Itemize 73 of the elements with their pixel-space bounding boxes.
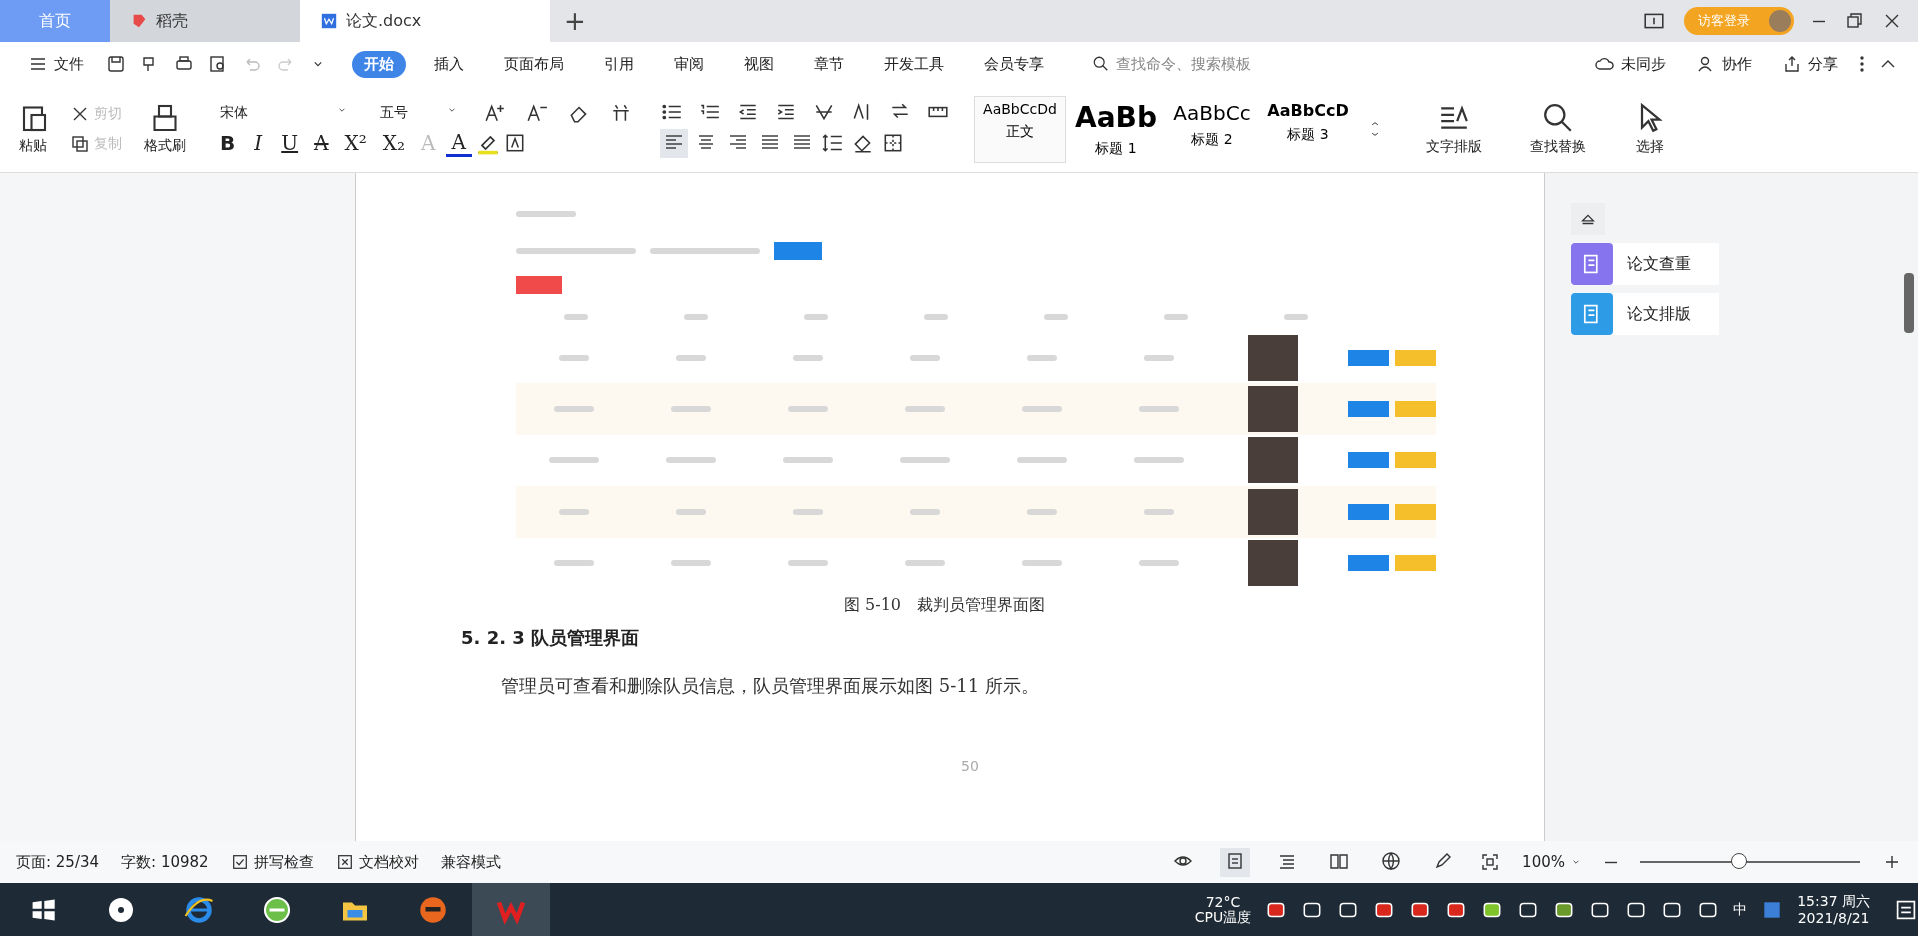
format-button[interactable]: U [275,131,305,155]
page-number: 50 [961,758,979,774]
share-icon [1782,54,1802,74]
round-app-icon [262,895,292,925]
ribbon-tab[interactable]: 引用 [592,50,646,78]
clipboard-button[interactable]: 粘贴 [14,101,52,157]
collaborate-button[interactable]: 协作 [1688,50,1760,78]
file-menu[interactable]: 文件 [20,50,92,78]
side-panel-item[interactable]: 论文排版 [1571,293,1719,335]
ribbon-tab[interactable]: 开始 [352,50,406,78]
ribbon-tab[interactable]: 视图 [732,50,786,78]
minimize-icon [1812,19,1826,23]
align-button[interactable] [660,128,688,158]
tool-button[interactable]: 查找替换 [1526,100,1590,158]
view-mode-button[interactable] [1220,847,1251,877]
checkbox-icon [230,853,249,871]
tool-button[interactable]: 文字排版 [1422,100,1486,158]
input-method-indicator[interactable]: 中 [1733,901,1748,919]
save-icon [106,54,126,74]
ribbon-tab[interactable]: 页面布局 [492,50,576,78]
ribbon-tab[interactable]: 插入 [422,50,476,78]
x-box-icon [335,853,354,871]
zoom-out-icon [1604,860,1618,864]
clock-date: 2021/8/21 [1797,910,1870,927]
figure-caption: 图 5-10 裁判员管理界面图 [844,595,1046,616]
collapse-panel-button[interactable] [1571,203,1605,235]
clipboard-button[interactable]: 格式刷 [140,101,190,157]
tool-button[interactable]: 选择 [1630,100,1670,158]
word-count: 字数: 10982 [121,852,209,872]
zoom-slider-thumb[interactable] [1731,853,1747,869]
search-icon [1542,102,1574,134]
more-icon [1860,56,1864,72]
notifications-icon [1894,898,1918,922]
writer-doc-icon [320,12,338,30]
share-button[interactable]: 分享 [1774,50,1846,78]
windows-logo-icon [30,897,56,923]
avatar [1769,10,1791,32]
scrollbar-thumb[interactable] [1904,273,1914,333]
side-panel-item[interactable]: 论文查重 [1571,243,1719,285]
fit-screen-icon [1480,852,1501,872]
ribbon-tab[interactable]: 审阅 [662,50,716,78]
new-tab-button[interactable]: + [550,0,600,42]
cpu-label: CPU温度 [1194,910,1252,926]
format-button[interactable]: A [308,131,335,155]
format-button[interactable]: X₂ [376,131,412,155]
body-paragraph: 管理员可查看和删除队员信息，队员管理界面展示如图 5-11 所示。 [501,674,1039,698]
section-heading: 5. 2. 3 队员管理界面 [461,626,640,650]
document-tab[interactable]: 稻壳 [110,0,300,42]
ribbon-tab[interactable]: 章节 [802,50,856,78]
page-count: 页面: 25/34 [16,852,100,872]
sync-status-button[interactable]: 未同步 [1587,50,1674,78]
document-tab[interactable]: 论文.docx [300,0,550,42]
compat-mode-label: 兼容模式 [440,852,501,872]
spell-check-button[interactable]: 拼写检查 [230,852,314,872]
globe-icon [1381,850,1402,871]
style-preset[interactable]: AaBbCcDd 正文 [974,95,1066,163]
restore-icon [1844,11,1864,31]
format-button[interactable]: A [445,129,472,157]
format-button[interactable]: I [245,131,272,155]
command-search-field[interactable]: 查找命令、搜索模板 [1092,54,1298,74]
character-border-icon [504,132,526,154]
format-button[interactable]: X² [338,131,373,155]
ribbon-tab[interactable]: 会员专享 [972,50,1056,78]
proofread-button[interactable]: 文档校对 [335,852,419,872]
ribbon-tab[interactable]: 开发工具 [872,50,956,78]
format-button[interactable]: B [214,131,242,155]
search-icon [1092,55,1110,73]
clock-time: 15:37 周六 [1797,893,1870,910]
copy-icon [70,134,90,154]
cpu-temperature: 72°C [1205,894,1241,910]
paintbrush-icon [150,103,180,133]
zoom-dropdown[interactable]: 100% [1522,853,1582,871]
browser-e-icon [184,895,214,925]
